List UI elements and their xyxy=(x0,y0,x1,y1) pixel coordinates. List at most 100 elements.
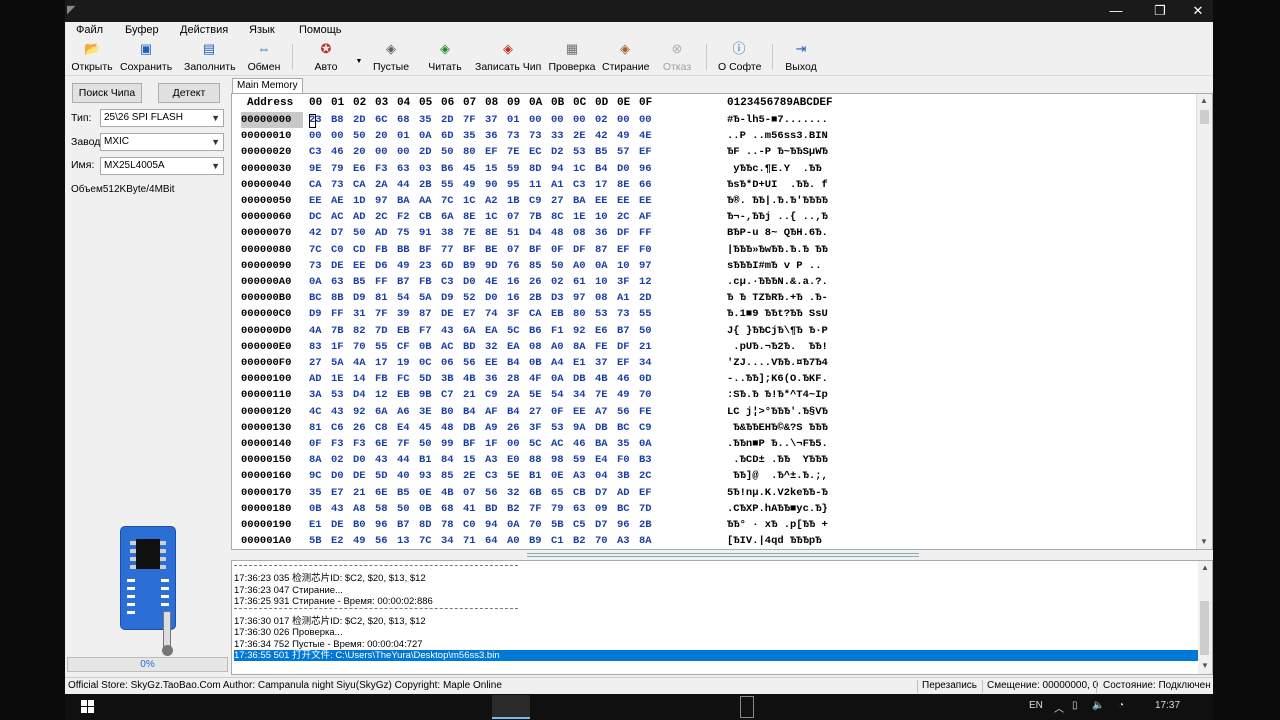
hex-byte[interactable]: 4E xyxy=(639,128,657,144)
hex-byte[interactable]: 73 xyxy=(309,258,327,274)
log-line[interactable]: 17:36:23 035 检测芯片ID: $C2, $20, $13, $12 xyxy=(234,573,426,584)
hex-byte[interactable]: C8 xyxy=(375,420,393,436)
hex-byte[interactable]: 56 xyxy=(617,404,635,420)
hex-byte[interactable]: 6D xyxy=(441,128,459,144)
hex-byte[interactable]: 10 xyxy=(595,274,613,290)
hex-byte[interactable]: AF xyxy=(639,209,657,225)
hex-row-ascii[interactable]: Ђ®. ЂЂ|.Ђ.Ђ'ЂЂЂЂ xyxy=(727,193,828,209)
hex-byte[interactable]: E7 xyxy=(331,485,349,501)
hex-row[interactable]: 00000090 73 DE EE D6 49 23 6D B9 9D 76 85 50 A0 0A 10 97… xyxy=(232,258,1197,274)
hex-byte[interactable]: D0 xyxy=(617,161,635,177)
hex-row[interactable]: 000000C0 D9 FF 31 7F 39 87 DE E7 74 3F CA EB 80 53 73 55… xyxy=(232,306,1197,322)
hex-byte[interactable]: 34 xyxy=(639,355,657,371)
hex-byte[interactable]: 5B xyxy=(309,533,327,549)
hex-byte[interactable]: A2 xyxy=(485,193,503,209)
hex-byte[interactable]: FB xyxy=(375,371,393,387)
hex-byte[interactable]: DE xyxy=(331,517,349,533)
hex-byte[interactable]: 3B xyxy=(441,371,459,387)
hex-byte[interactable]: 3E xyxy=(419,404,437,420)
hex-row-ascii[interactable]: |ЂЂЂ»ЂwЂЂ.Ђ.Ђ ЂЂ xyxy=(727,242,828,258)
hex-byte[interactable]: E4 xyxy=(595,452,613,468)
hex-byte[interactable]: 15 xyxy=(463,452,481,468)
hex-byte[interactable]: 96 xyxy=(617,517,635,533)
hex-byte[interactable]: 7C xyxy=(441,193,459,209)
hex-byte[interactable]: 19 xyxy=(397,355,415,371)
hex-byte[interactable]: 36 xyxy=(485,371,503,387)
hex-byte[interactable]: 43 xyxy=(331,404,349,420)
verify-button[interactable]: ▦ Проверка xyxy=(547,40,597,74)
hex-byte[interactable]: 50 xyxy=(397,501,415,517)
hex-byte[interactable]: 3F xyxy=(617,274,635,290)
hex-byte[interactable]: CF xyxy=(397,339,415,355)
hex-byte[interactable]: 0F xyxy=(551,242,569,258)
hex-byte[interactable]: 49 xyxy=(463,177,481,193)
hex-byte[interactable]: 42 xyxy=(595,128,613,144)
hex-byte[interactable]: 07 xyxy=(507,209,525,225)
hex-byte[interactable]: 2C xyxy=(617,209,635,225)
hex-byte[interactable]: 00 xyxy=(529,112,547,128)
hex-row[interactable]: 00000030 9E 79 E6 F3 63 03 B6 45 15 59 8D 94 1C B4 D0 96… xyxy=(232,161,1197,177)
hex-byte[interactable]: 4B xyxy=(463,371,481,387)
hex-byte[interactable]: 00 xyxy=(573,112,591,128)
hex-byte[interactable]: 0A xyxy=(551,371,569,387)
scroll-up-icon[interactable]: ▲ xyxy=(1200,96,1208,105)
hex-row[interactable]: 000000B0 BC 8B D9 81 54 5A D9 52 D0 16 2B D3 97 08 A1 2D… xyxy=(232,290,1197,306)
hex-byte[interactable]: EE xyxy=(617,193,635,209)
hex-byte[interactable]: 56 xyxy=(375,533,393,549)
hex-byte[interactable]: FE xyxy=(639,404,657,420)
hex-byte[interactable]: 6E xyxy=(375,485,393,501)
hex-byte[interactable]: C9 xyxy=(529,193,547,209)
hex-byte[interactable]: B1 xyxy=(419,452,437,468)
hex-byte[interactable]: A4 xyxy=(551,355,569,371)
type-select[interactable]: 25\26 SPI FLASH ▼ xyxy=(100,109,224,127)
hex-byte[interactable]: 82 xyxy=(353,323,371,339)
hex-byte[interactable]: 70 xyxy=(595,533,613,549)
hex-byte[interactable]: EC xyxy=(529,144,547,160)
hex-byte[interactable]: 87 xyxy=(419,306,437,322)
hex-byte[interactable]: 01 xyxy=(507,112,525,128)
hex-byte[interactable]: 71 xyxy=(463,533,481,549)
hex-byte[interactable]: 00 xyxy=(551,112,569,128)
hex-byte[interactable]: DE xyxy=(353,468,371,484)
read-button[interactable]: ◈ Читать xyxy=(427,40,463,74)
hex-byte[interactable]: 2D xyxy=(441,112,459,128)
hex-byte[interactable]: A1 xyxy=(551,177,569,193)
hex-byte[interactable]: DF xyxy=(573,242,591,258)
hex-byte[interactable]: 78 xyxy=(441,517,459,533)
hex-byte[interactable]: 31 xyxy=(353,306,371,322)
auto-button[interactable]: ✪ Авто xyxy=(310,40,342,74)
hex-byte[interactable]: E6 xyxy=(353,161,371,177)
hex-byte[interactable]: A1 xyxy=(617,290,635,306)
splitter-grip[interactable] xyxy=(527,553,919,557)
blank-check-button[interactable]: ◈ Пустые xyxy=(371,40,411,74)
hex-byte[interactable]: DE xyxy=(441,306,459,322)
hex-row-ascii[interactable]: Ђ Ђ TZЂRЂ.+Ђ .Ђ- xyxy=(727,290,828,306)
hex-row-ascii[interactable]: 'ZJ....VЂЂ.¤Ђ7Ђ4 xyxy=(727,355,828,371)
hex-byte[interactable]: D0 xyxy=(463,274,481,290)
taskbar-app-device[interactable] xyxy=(740,696,754,718)
hex-byte[interactable]: AD xyxy=(353,209,371,225)
hex-byte[interactable]: 81 xyxy=(309,420,327,436)
hex-byte[interactable]: 59 xyxy=(573,452,591,468)
hex-row[interactable]: 00000010 00 00 50 20 01 0A 6D 35 36 73 73 33 2E 42 49 4E… xyxy=(232,128,1197,144)
hex-byte[interactable]: CA xyxy=(353,177,371,193)
hex-byte[interactable]: A6 xyxy=(397,404,415,420)
hex-byte[interactable]: E1 xyxy=(573,355,591,371)
hex-byte[interactable]: 0B xyxy=(309,501,327,517)
hex-byte[interactable]: 80 xyxy=(573,306,591,322)
hex-byte[interactable]: 79 xyxy=(551,501,569,517)
hex-byte[interactable]: DB xyxy=(573,371,591,387)
hex-byte[interactable]: 57 xyxy=(617,144,635,160)
hex-byte[interactable]: 11 xyxy=(529,177,547,193)
hex-byte[interactable]: FE xyxy=(595,339,613,355)
hex-byte[interactable]: CA xyxy=(529,306,547,322)
hex-row[interactable]: 00000110 3A 53 D4 12 EB 9B C7 21 C9 2A 5E 54 34 7E 49 70… xyxy=(232,387,1197,403)
taskbar-app-programmer[interactable] xyxy=(492,695,530,719)
hex-row-ascii[interactable]: .pUЂ.¬Ђ2Ђ. ЂЂ! xyxy=(727,339,828,355)
hex-byte[interactable]: 2C xyxy=(375,209,393,225)
hex-byte[interactable]: FF xyxy=(639,225,657,241)
hex-byte[interactable]: C9 xyxy=(485,387,503,403)
hex-byte[interactable]: 43 xyxy=(331,501,349,517)
hex-byte[interactable]: EE xyxy=(573,404,591,420)
hex-byte[interactable]: 21 xyxy=(353,485,371,501)
